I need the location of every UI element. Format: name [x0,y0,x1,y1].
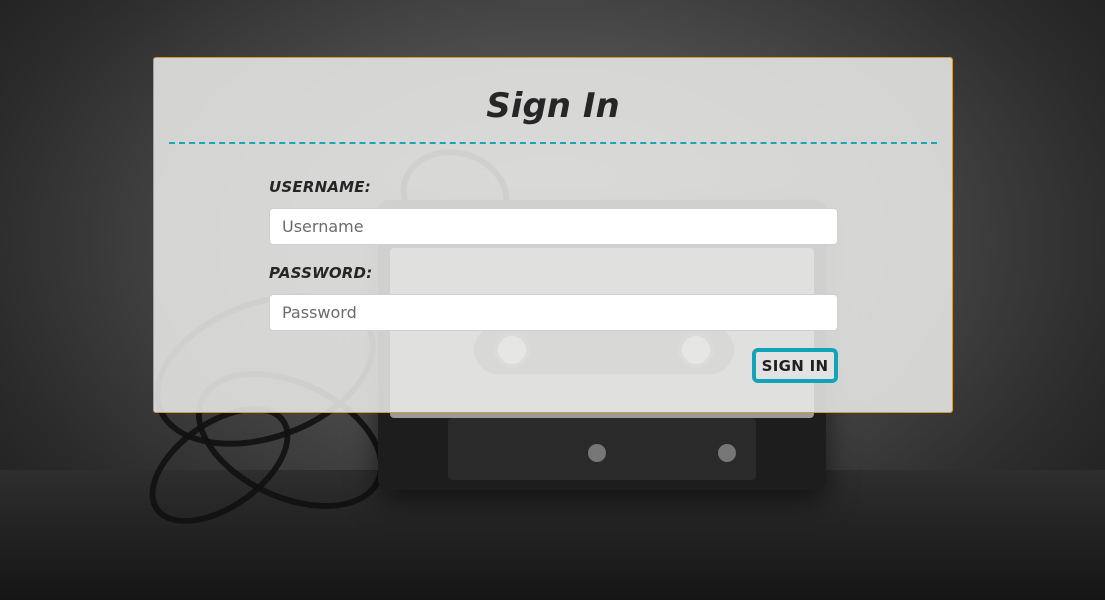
sign-in-button[interactable]: SIGN IN [752,348,838,383]
cassette-hole [588,444,606,462]
username-label: USERNAME: [269,178,371,196]
cassette-bottom [448,418,756,480]
password-input[interactable] [269,294,838,331]
password-label: PASSWORD: [269,264,373,282]
cassette-hole [718,444,736,462]
title-divider [169,142,937,144]
sign-in-card: Sign In USERNAME: PASSWORD: SIGN IN [153,57,953,413]
username-input[interactable] [269,208,838,245]
page-title: Sign In [486,86,620,126]
